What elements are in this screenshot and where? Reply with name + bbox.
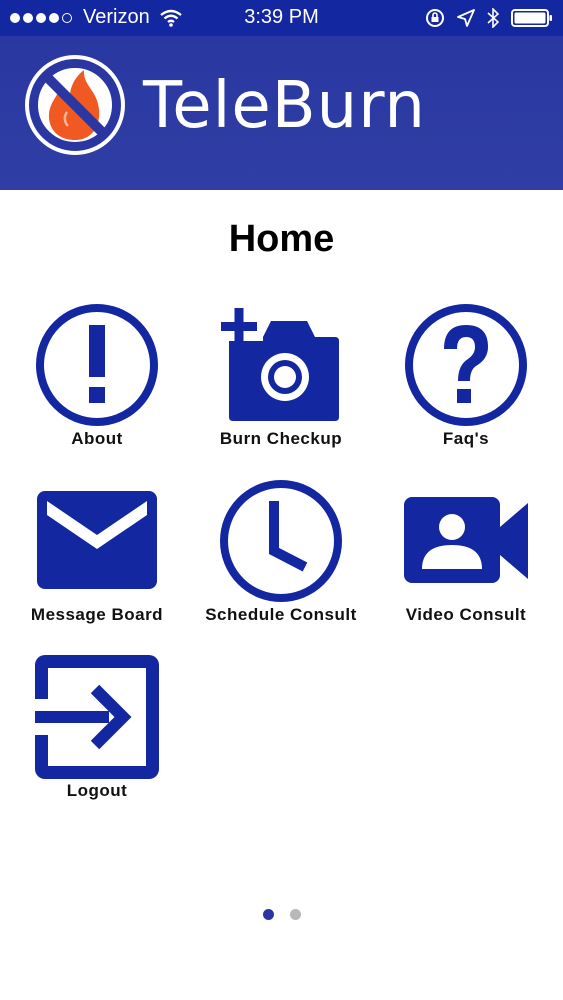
schedule-consult-label: Schedule Consult [205, 605, 357, 624]
app-title: TeleBurn [143, 69, 426, 143]
message-board-tile[interactable]: Message Board [5, 479, 189, 629]
faqs-label: Faq's [442, 429, 490, 448]
video-consult-label: Video Consult [405, 605, 527, 624]
logout-label: Logout [66, 781, 128, 800]
page-dot-2[interactable] [289, 909, 301, 920]
status-bar: Verizon 3:39 PM [0, 0, 563, 36]
clock-icon [220, 480, 342, 602]
envelope-icon [37, 491, 157, 589]
location-arrow-icon [457, 9, 475, 33]
question-circle-icon [405, 304, 527, 426]
page-indicator [0, 909, 563, 920]
burn-checkup-label: Burn Checkup [219, 429, 343, 448]
rotation-lock-icon [425, 8, 445, 34]
app-header: TeleBurn [0, 36, 563, 190]
logout-icon [35, 655, 159, 779]
camera-plus-icon [219, 308, 339, 421]
faqs-tile[interactable]: Faq's [374, 303, 558, 453]
video-consult-tile[interactable]: Video Consult [374, 479, 558, 629]
schedule-consult-tile[interactable]: Schedule Consult [189, 479, 373, 629]
page-title: Home [228, 218, 335, 260]
about-tile[interactable]: About [5, 303, 189, 453]
page-dot-1[interactable] [262, 909, 274, 920]
bluetooth-icon [487, 7, 500, 34]
exclamation-circle-icon [36, 304, 158, 426]
no-burn-logo-icon [25, 55, 125, 155]
battery-icon [511, 8, 553, 34]
message-board-label: Message Board [30, 605, 164, 624]
video-camera-icon [404, 497, 528, 583]
logout-tile[interactable]: Logout [5, 655, 189, 805]
burn-checkup-tile[interactable]: Burn Checkup [189, 303, 373, 453]
about-label: About [71, 429, 123, 448]
status-right [413, 7, 553, 34]
